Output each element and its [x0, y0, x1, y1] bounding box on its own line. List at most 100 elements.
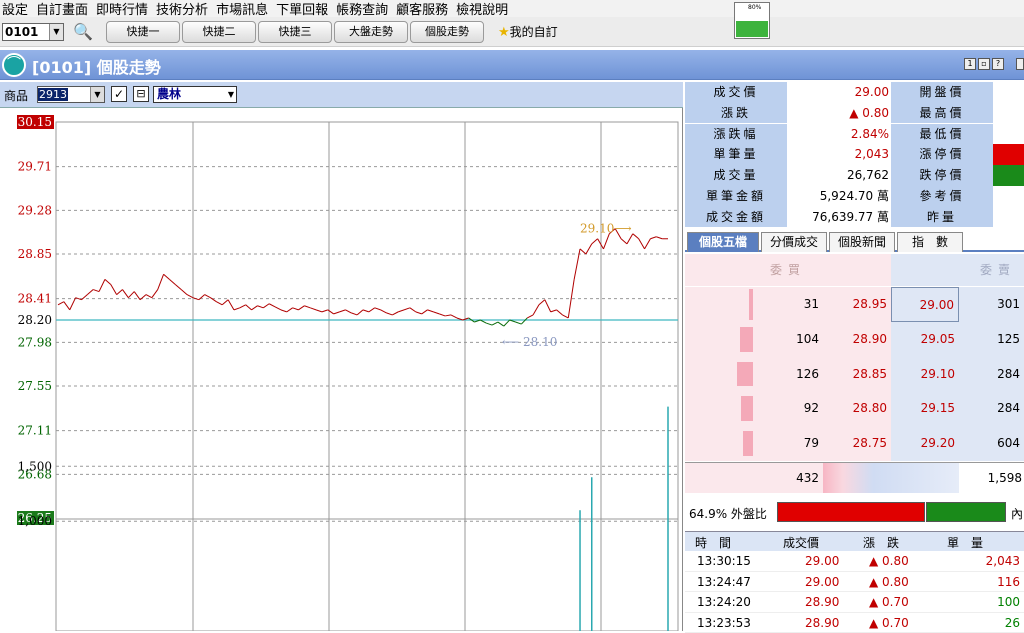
price-series-segment	[169, 279, 175, 284]
tab-price-volume[interactable]: 分價成交	[761, 232, 827, 252]
price-series-segment	[621, 239, 627, 244]
price-series-segment	[257, 306, 263, 308]
tick-volume: 116	[997, 572, 1020, 592]
product-name-select[interactable]: 農林 ▼	[153, 86, 237, 103]
price-series-segment	[164, 274, 170, 279]
quote-value-cell	[993, 82, 1024, 103]
tick-table-header: 時 間 成交價 漲 跌 單 量	[685, 531, 1024, 551]
volume-tick-label: 1,500	[18, 459, 52, 473]
tick-row: 13:24:4729.00▲ 0.80116	[685, 572, 1024, 593]
menu-item[interactable]: 即時行情	[94, 0, 154, 18]
ask-price[interactable]: 29.05	[891, 322, 959, 357]
menu-item[interactable]: 設定	[0, 0, 34, 18]
chevron-down-icon[interactable]: ▼	[49, 24, 63, 40]
bid-price[interactable]: 28.95	[823, 287, 891, 322]
price-series-segment	[381, 310, 387, 313]
price-series-segment	[486, 323, 492, 325]
price-series-segment	[58, 302, 64, 305]
price-tick-label: 29.28	[18, 203, 52, 217]
price-series-segment	[562, 315, 568, 318]
price-series-segment	[340, 310, 346, 312]
tick-table: 13:30:1529.00▲ 0.802,04313:24:4729.00▲ 0…	[685, 551, 1024, 631]
price-series-segment	[128, 292, 134, 298]
menu-item[interactable]: 市場訊息	[214, 0, 274, 18]
price-series-segment	[392, 312, 398, 315]
bid-price[interactable]: 28.90	[823, 322, 891, 357]
price-series-segment	[386, 313, 392, 315]
quote-row: 漲跌▲ 0.80最高價	[685, 103, 1024, 124]
tick-row: 13:30:1529.00▲ 0.802,043	[685, 551, 1024, 572]
tick-header-change: 漲 跌	[863, 534, 899, 551]
checkbox-icon[interactable]: ✓	[111, 86, 127, 102]
quote-value: 2.84%	[787, 124, 891, 145]
bid-price[interactable]: 28.85	[823, 357, 891, 392]
quote-value-cell	[993, 207, 1024, 228]
menu-item[interactable]: 帳務查詢	[334, 0, 394, 18]
close-icon[interactable]	[1016, 58, 1024, 70]
bid-volume: 92	[753, 391, 823, 426]
stock-code-select[interactable]: 0101 ▼	[2, 23, 64, 41]
restore-icon[interactable]: ▫	[978, 58, 990, 70]
menu-item[interactable]: 檢視說明	[454, 0, 514, 18]
price-tick-label: 28.85	[18, 247, 52, 261]
menu-item[interactable]: 技術分析	[154, 0, 214, 18]
market-trend-button[interactable]: 大盤走勢	[334, 21, 408, 43]
toggle-icon[interactable]: ⊟	[133, 86, 149, 102]
price-series-segment	[586, 244, 592, 254]
ask-header: 委賣	[891, 254, 1024, 286]
inner-ratio-bar	[926, 502, 1006, 522]
price-series-segment	[551, 310, 557, 312]
ask-volume: 301	[959, 287, 1024, 322]
ask-price[interactable]: 29.15	[891, 391, 959, 426]
price-series-segment	[521, 318, 527, 324]
price-series-segment	[369, 308, 375, 312]
tab-index[interactable]: 指 數	[897, 232, 963, 252]
price-series-segment	[492, 322, 498, 325]
product-code-select[interactable]: 2913 ▼	[37, 86, 105, 103]
price-series-segment	[158, 274, 164, 289]
search-icon[interactable]: 🔍	[72, 21, 94, 43]
quote-label: 成交金額	[685, 207, 787, 228]
quote-value-cell	[993, 103, 1024, 124]
menu-item[interactable]: 下單回報	[274, 0, 334, 18]
chevron-down-icon[interactable]: ▼	[90, 87, 104, 102]
price-series-segment	[222, 300, 228, 305]
quote-value-cell	[993, 186, 1024, 207]
product-code-value: 2913	[38, 88, 68, 101]
bid-price[interactable]: 28.75	[823, 426, 891, 461]
price-tick-label: 27.11	[18, 424, 52, 438]
stock-trend-button[interactable]: 個股走勢	[410, 21, 484, 43]
quick-button-1[interactable]: 快捷一	[106, 21, 180, 43]
quote-label: 開盤價	[891, 82, 993, 103]
price-series-segment	[428, 310, 434, 312]
toolbar: 0101 ▼ 🔍 快捷一 快捷二 快捷三 大盤走勢 個股走勢 ★我的自訂	[0, 17, 1024, 47]
window-button-1[interactable]: 1	[964, 58, 976, 70]
price-series-segment	[422, 310, 428, 314]
tick-row: 13:23:5328.90▲ 0.7026	[685, 613, 1024, 633]
product-bar: 商品 2913 ▼ ✓ ⊟ 農林 ▼	[0, 82, 683, 108]
price-series-segment	[603, 234, 609, 249]
five-level-row: 3128.9529.00301	[685, 287, 1024, 322]
outer-ratio-label: 64.9% 外盤比	[689, 505, 767, 522]
intraday-chart: 30.1529.7129.2828.8528.4128.2027.9827.55…	[0, 108, 683, 631]
ask-price[interactable]: 29.00	[891, 287, 959, 322]
menu-item[interactable]: 自訂畫面	[34, 0, 94, 18]
quote-label: 單筆金額	[685, 186, 787, 207]
bid-price[interactable]: 28.80	[823, 391, 891, 426]
help-icon[interactable]: ?	[992, 58, 1004, 70]
quick-button-2[interactable]: 快捷二	[182, 21, 256, 43]
menu-item[interactable]: 顧客服務	[394, 0, 454, 18]
favorites-button[interactable]: ★我的自訂	[498, 22, 558, 43]
chevron-down-icon[interactable]: ▼	[228, 87, 234, 102]
tab-stock-news[interactable]: 個股新聞	[829, 232, 895, 252]
price-series-segment	[252, 306, 258, 310]
ask-price[interactable]: 29.20	[891, 426, 959, 461]
star-icon: ★	[498, 25, 510, 40]
ask-price[interactable]: 29.10	[891, 357, 959, 392]
tick-price: 28.90	[805, 613, 839, 633]
tab-five-levels[interactable]: 個股五檔	[687, 232, 759, 252]
tick-change: ▲ 0.70	[869, 613, 909, 633]
quick-button-3[interactable]: 快捷三	[258, 21, 332, 43]
quote-value-cell	[993, 144, 1024, 165]
bid-volume-bar	[743, 431, 753, 456]
